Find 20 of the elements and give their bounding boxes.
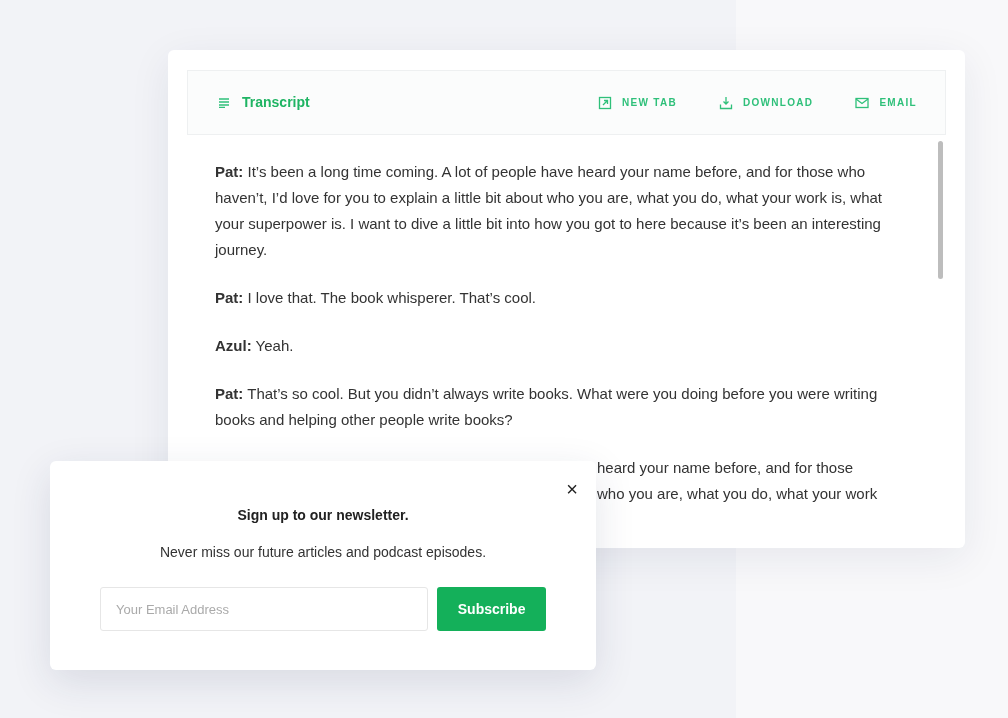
email-input-field[interactable]: Your Email Address	[100, 587, 429, 631]
transcript-paragraph: Pat: I love that. The book whisperer. That’s cool.	[215, 288, 537, 308]
transcript-paragraph: Azul: Yeah.	[215, 336, 295, 356]
transcript-line: heard your name before, and for those	[597, 458, 854, 478]
email-link[interactable]: EMAIL	[855, 95, 917, 110]
close-button[interactable]: ×	[564, 477, 580, 501]
lines-icon	[218, 97, 230, 108]
envelope-icon	[855, 95, 870, 110]
transcript-paragraph: Pat: That’s so cool. But you didn’t always write books. What were you doing before you were writing books and helping other people write books?	[215, 384, 879, 430]
transcript-paragraph: Pat: It’s been a long time coming. A lot of people have heard your name before, and for those who haven’t, I’d love for you to explain a little bit about who you are, what you do, what your work is, what your superpower is. I want to dive a little bit into how you got to here because it’s been an interesting journey.	[215, 162, 884, 260]
scrollbar-thumb[interactable]	[938, 141, 943, 279]
transcript-line: who you are, what you do, what your work	[597, 484, 879, 504]
download-link[interactable]: DOWNLOAD	[719, 95, 814, 110]
new-tab-link[interactable]: NEW TAB	[597, 95, 677, 110]
newsletter-title: Sign up to our newsletter.	[236, 506, 410, 525]
external-link-icon	[597, 95, 612, 110]
download-icon	[719, 95, 733, 110]
transcript-title: Transcript	[242, 93, 310, 112]
subscribe-button[interactable]: Subscribe	[437, 587, 546, 631]
newsletter-description: Never miss our future articles and podcast episodes.	[158, 543, 487, 562]
